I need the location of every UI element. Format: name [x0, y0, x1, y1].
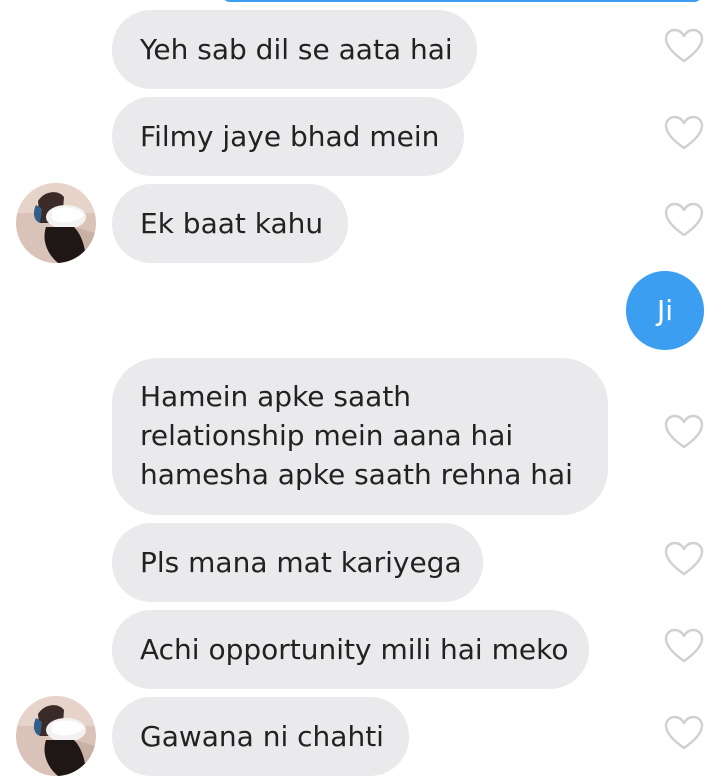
received-message-bubble[interactable]: Filmy jaye bhad mein [112, 97, 464, 176]
previous-sent-bubble-edge [222, 0, 702, 2]
heart-icon[interactable] [664, 628, 704, 664]
received-message-bubble[interactable]: Hamein apke saath relationship mein aana… [112, 358, 608, 515]
received-message-bubble[interactable]: Yeh sab dil se aata hai [112, 10, 477, 89]
received-message-bubble[interactable]: Ek baat kahu [112, 184, 348, 263]
sender-avatar[interactable] [16, 696, 96, 776]
heart-icon[interactable] [664, 115, 704, 151]
received-message-bubble[interactable]: Achi opportunity mili hai meko [112, 610, 589, 689]
received-message-bubble[interactable]: Pls mana mat kariyega [112, 523, 483, 602]
heart-icon[interactable] [664, 28, 704, 64]
sender-avatar[interactable] [16, 183, 96, 263]
heart-icon[interactable] [664, 202, 704, 238]
sent-message-bubble[interactable]: Ji [626, 271, 704, 350]
heart-icon[interactable] [664, 541, 704, 577]
heart-icon[interactable] [664, 414, 704, 450]
received-message-bubble[interactable]: Gawana ni chahti [112, 697, 409, 776]
heart-icon[interactable] [664, 715, 704, 751]
